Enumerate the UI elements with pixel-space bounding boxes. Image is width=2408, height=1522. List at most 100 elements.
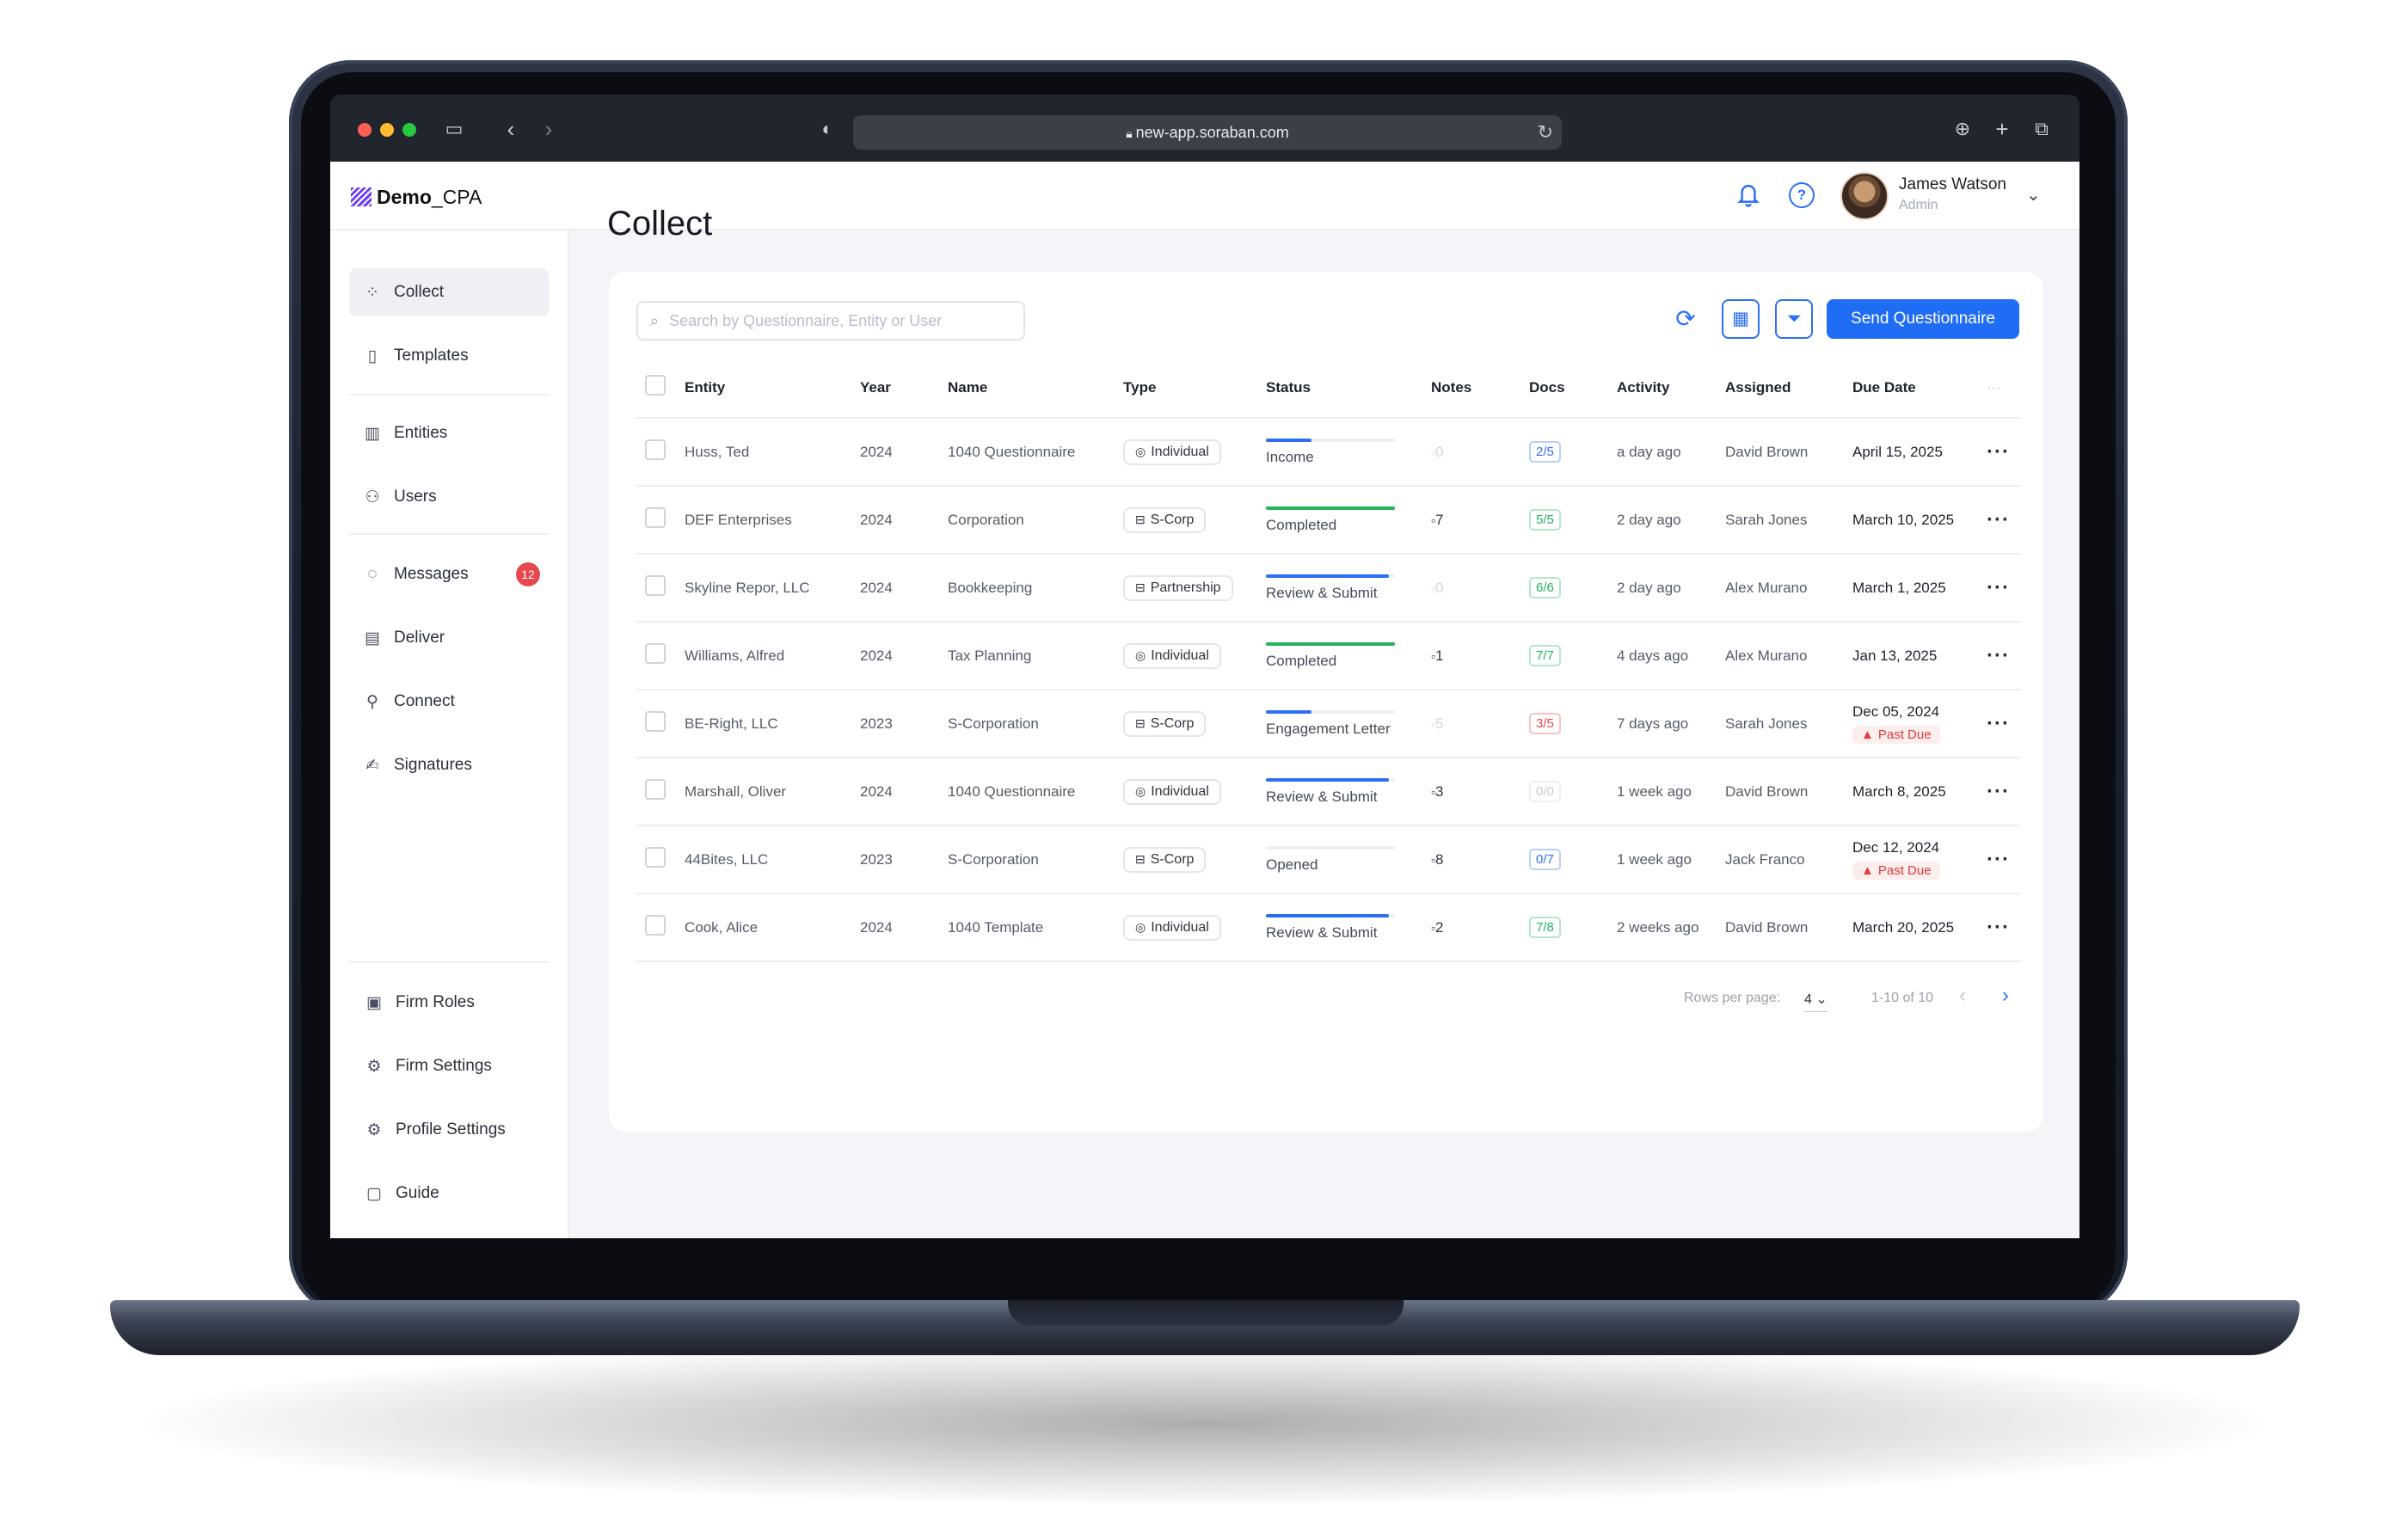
notes-cell[interactable]: ▫2 bbox=[1431, 893, 1529, 962]
docs-cell[interactable]: 0/0 bbox=[1529, 758, 1617, 826]
notes-cell[interactable]: ▫0 bbox=[1431, 554, 1529, 623]
sidebar-item-users[interactable]: ⚇ Users bbox=[349, 473, 549, 521]
entity-cell[interactable]: 44Bites, LLC bbox=[685, 825, 860, 894]
sidebar-item-profile-settings[interactable]: ⚙︎ Profile Settings bbox=[349, 1106, 549, 1154]
notes-cell[interactable]: ▫1 bbox=[1431, 622, 1529, 690]
docs-cell[interactable]: 3/5 bbox=[1529, 690, 1617, 758]
column-header-name[interactable]: Name bbox=[948, 358, 1123, 419]
notifications-bell-icon[interactable] bbox=[1735, 181, 1761, 208]
status-cell: Opened bbox=[1266, 825, 1431, 894]
row-checkbox[interactable] bbox=[645, 643, 666, 664]
reload-icon[interactable]: ↻ bbox=[1538, 119, 1553, 146]
docs-cell[interactable]: 6/6 bbox=[1529, 554, 1617, 623]
docs-cell[interactable]: 5/5 bbox=[1529, 486, 1617, 555]
table-row[interactable]: DEF Enterprises 2024 Corporation ⊟ S-Corp… bbox=[636, 486, 2021, 555]
row-actions-icon[interactable]: ··· bbox=[1987, 486, 2021, 555]
close-window-button[interactable] bbox=[358, 123, 372, 137]
row-checkbox[interactable] bbox=[645, 711, 666, 732]
row-actions-icon[interactable]: ··· bbox=[1987, 825, 2021, 894]
send-questionnaire-button[interactable]: Send Questionnaire bbox=[1827, 299, 2019, 339]
sidebar-item-firm-roles[interactable]: ▣ Firm Roles bbox=[349, 979, 549, 1027]
row-checkbox[interactable] bbox=[645, 575, 666, 596]
table-row[interactable]: Skyline Repor, LLC 2024 Bookkeeping ⊟ Par… bbox=[636, 554, 2021, 623]
table-row[interactable]: Williams, Alfred 2024 Tax Planning ◎ Indi… bbox=[636, 622, 2021, 690]
help-icon[interactable]: ? bbox=[1789, 182, 1815, 208]
column-options-icon[interactable]: ··· bbox=[1987, 358, 2021, 419]
table-row[interactable]: BE-Right, LLC 2023 S-Corporation ⊟ S-Corp… bbox=[636, 690, 2021, 758]
column-header-entity[interactable]: Entity bbox=[685, 358, 860, 419]
sidebar-item-deliver[interactable]: ▤ Deliver bbox=[349, 614, 549, 662]
due-date: March 10, 2025 bbox=[1852, 511, 1955, 528]
row-actions-icon[interactable]: ··· bbox=[1987, 758, 2021, 826]
row-actions-icon[interactable]: ··· bbox=[1987, 690, 2021, 758]
sidebar-item-templates[interactable]: ▯ Templates bbox=[349, 332, 549, 380]
calendar-button[interactable]: ▦ bbox=[1722, 299, 1760, 339]
chevron-down-icon[interactable]: ⌄ bbox=[2026, 184, 2041, 206]
next-page-icon[interactable]: › bbox=[2002, 984, 2009, 1008]
table-row[interactable]: Marshall, Oliver 2024 1040 Questionnaire… bbox=[636, 758, 2021, 826]
rows-per-page-select[interactable]: 4 ⌄ bbox=[1804, 991, 1828, 1012]
column-header-due-date[interactable]: Due Date bbox=[1852, 358, 1987, 419]
download-icon[interactable]: ⊕ bbox=[1949, 115, 1976, 143]
notes-cell[interactable]: ▫8 bbox=[1431, 825, 1529, 894]
table-row[interactable]: Huss, Ted 2024 1040 Questionnaire ◎ Indiv… bbox=[636, 418, 2021, 487]
entity-cell[interactable]: BE-Right, LLC bbox=[685, 690, 860, 758]
docs-cell[interactable]: 2/5 bbox=[1529, 418, 1617, 487]
column-header-assigned[interactable]: Assigned bbox=[1725, 358, 1852, 419]
row-checkbox[interactable] bbox=[645, 507, 666, 528]
sidebar-item-connect[interactable]: ⚲ Connect bbox=[349, 678, 549, 726]
entity-cell[interactable]: Marshall, Oliver bbox=[685, 758, 860, 826]
notes-cell[interactable]: ▫3 bbox=[1431, 758, 1529, 826]
row-checkbox[interactable] bbox=[645, 439, 666, 460]
column-header-notes[interactable]: Notes bbox=[1431, 358, 1529, 419]
new-tab-icon[interactable]: + bbox=[1988, 115, 2016, 143]
row-checkbox[interactable] bbox=[645, 847, 666, 868]
sidebar-item-collect[interactable]: ⁘ Collect bbox=[349, 268, 549, 316]
row-actions-icon[interactable]: ··· bbox=[1987, 554, 2021, 623]
column-header-type[interactable]: Type bbox=[1123, 358, 1266, 419]
entity-cell[interactable]: Huss, Ted bbox=[685, 418, 860, 487]
sidebar-item-entities[interactable]: ▥ Entities bbox=[349, 409, 549, 457]
address-bar[interactable]: 🔒︎ new-app.soraban.com ↻ bbox=[853, 115, 1562, 150]
notes-cell[interactable]: ▫5 bbox=[1431, 690, 1529, 758]
tabs-overview-icon[interactable]: ⧉ bbox=[2028, 115, 2055, 143]
assigned-cell: Sarah Jones bbox=[1725, 486, 1852, 555]
column-header-docs[interactable]: Docs bbox=[1529, 358, 1617, 419]
sidebar-item-firm-settings[interactable]: ⚙︎ Firm Settings bbox=[349, 1042, 549, 1090]
column-header-year[interactable]: Year bbox=[860, 358, 948, 419]
notes-cell[interactable]: ▫0 bbox=[1431, 418, 1529, 487]
row-actions-icon[interactable]: ··· bbox=[1987, 893, 2021, 962]
entity-cell[interactable]: Cook, Alice bbox=[685, 893, 860, 962]
entity-cell[interactable]: Skyline Repor, LLC bbox=[685, 554, 860, 623]
forward-icon[interactable]: › bbox=[535, 115, 562, 143]
entity-cell[interactable]: Williams, Alfred bbox=[685, 622, 860, 690]
shield-icon[interactable]: ◐ bbox=[814, 115, 841, 143]
table-row[interactable]: 44Bites, LLC 2023 S-Corporation ⊟ S-Corp … bbox=[636, 825, 2021, 894]
select-all-checkbox[interactable] bbox=[645, 375, 666, 396]
row-actions-icon[interactable]: ··· bbox=[1987, 622, 2021, 690]
entity-cell[interactable]: DEF Enterprises bbox=[685, 486, 860, 555]
notes-cell[interactable]: ▫7 bbox=[1431, 486, 1529, 555]
maximize-window-button[interactable] bbox=[402, 123, 416, 137]
column-header-activity[interactable]: Activity bbox=[1617, 358, 1725, 419]
minimize-window-button[interactable] bbox=[380, 123, 394, 137]
row-checkbox[interactable] bbox=[645, 779, 666, 800]
filter-button[interactable]: ⏷ bbox=[1775, 299, 1813, 339]
avatar[interactable] bbox=[1840, 172, 1889, 220]
refresh-icon[interactable]: ⟳ bbox=[1667, 299, 1705, 339]
sidebar-item-signatures[interactable]: ✍︎ Signatures bbox=[349, 741, 549, 789]
column-header-status[interactable]: Status bbox=[1266, 358, 1431, 419]
table-row[interactable]: Cook, Alice 2024 1040 Template ◎ Individu… bbox=[636, 893, 2021, 962]
sidebar-toggle-icon[interactable]: ▭ bbox=[440, 115, 468, 143]
docs-cell[interactable]: 0/7 bbox=[1529, 825, 1617, 894]
row-actions-icon[interactable]: ··· bbox=[1987, 418, 2021, 487]
search-input[interactable]: ⌕ Search by Questionnaire, Entity or Use… bbox=[636, 301, 1025, 341]
row-checkbox[interactable] bbox=[645, 915, 666, 936]
brand-logo[interactable]: Demo_CPA bbox=[351, 182, 482, 212]
docs-cell[interactable]: 7/8 bbox=[1529, 893, 1617, 962]
previous-page-icon[interactable]: ‹ bbox=[1959, 984, 1966, 1008]
sidebar-item-guide[interactable]: ▢ Guide bbox=[349, 1169, 549, 1218]
back-icon[interactable]: ‹ bbox=[497, 115, 525, 143]
docs-cell[interactable]: 7/7 bbox=[1529, 622, 1617, 690]
sidebar-item-messages[interactable]: ◌ Messages 12 bbox=[349, 550, 549, 598]
